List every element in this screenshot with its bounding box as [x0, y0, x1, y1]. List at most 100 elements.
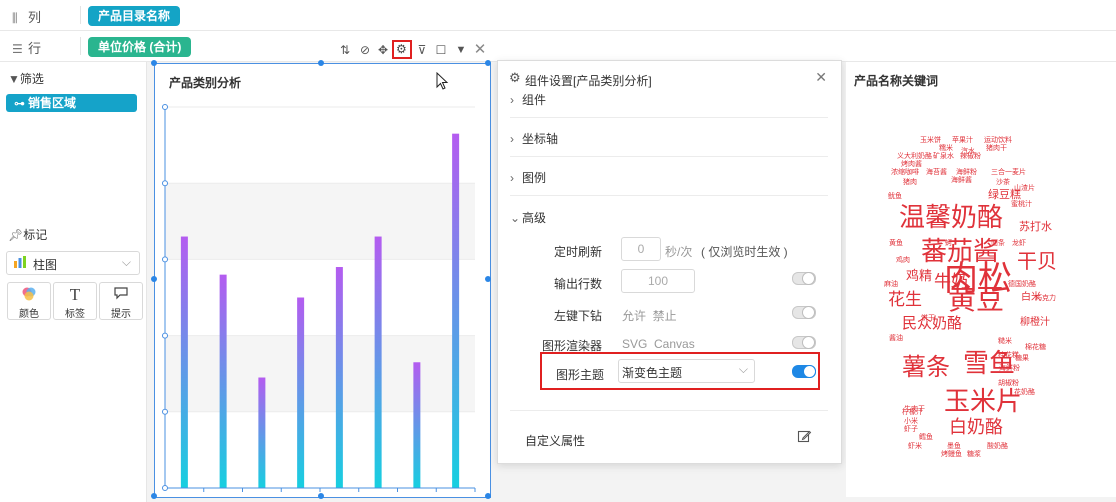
cloud-word[interactable]: 浓缩咖啡 — [891, 169, 919, 176]
cloud-word[interactable]: 温馨奶酪 — [899, 204, 1003, 230]
cloud-word[interactable]: 蜜桃汁 — [1011, 201, 1032, 208]
cloud-word[interactable]: 巧克力 — [1035, 295, 1056, 302]
cloud-word[interactable]: 运动饮料 — [984, 137, 1012, 144]
edit-icon[interactable] — [797, 429, 812, 447]
chart-widget[interactable]: 产品类别分析 — [154, 63, 491, 498]
cloud-word[interactable]: 花奶酪 — [1014, 389, 1035, 396]
cloud-word[interactable]: 玉米饼 — [920, 137, 941, 144]
resize-handle[interactable] — [485, 276, 491, 282]
cloud-word[interactable]: 酸奶酪 — [987, 443, 1008, 450]
cloud-word[interactable]: 沙茶 — [996, 179, 1010, 186]
section-legend[interactable]: › 图例 — [510, 157, 828, 196]
filter-chip-sales-region[interactable]: ⊶ 销售区域 — [6, 94, 137, 112]
cloud-word[interactable]: 花生 — [888, 291, 922, 308]
output-rows-toggle[interactable] — [792, 272, 816, 285]
bar[interactable] — [258, 377, 266, 488]
cloud-word[interactable]: 鸡肉 — [896, 257, 910, 264]
chart-theme-toggle[interactable] — [792, 365, 816, 378]
bar[interactable] — [413, 362, 421, 488]
cloud-word[interactable]: 烤肉酱 — [901, 161, 922, 168]
columns-field-pill[interactable]: 产品目录名称 — [88, 6, 181, 26]
rows-field-pill[interactable]: 单位价格 (合计) — [88, 37, 192, 57]
bar[interactable] — [180, 236, 188, 488]
cloud-word[interactable]: 蚵 — [945, 240, 952, 247]
cloud-word[interactable]: 海鲜粉 — [956, 169, 977, 176]
cloud-word[interactable]: 虾米 — [908, 443, 922, 450]
caret-down-icon[interactable]: ▼ — [453, 42, 469, 58]
link-off-icon[interactable]: ⊘ — [357, 42, 373, 58]
resize-handle[interactable] — [151, 493, 157, 499]
label-button[interactable]: T 标签 — [53, 282, 97, 320]
cloud-word[interactable]: 胡椒粉 — [998, 380, 1019, 387]
filter-icon[interactable]: ⊽ — [414, 42, 430, 58]
cloud-word[interactable]: 三合一麦片 — [991, 169, 1026, 176]
color-button[interactable]: 颜色 — [7, 282, 51, 320]
bar[interactable] — [452, 133, 460, 489]
cloud-word[interactable]: 虾子 — [904, 426, 918, 433]
output-rows-input[interactable]: 100 — [621, 269, 695, 293]
maximize-icon[interactable]: ☐ — [433, 42, 449, 58]
bar[interactable] — [335, 267, 343, 488]
cloud-word[interactable]: 黄鱼 — [889, 240, 903, 247]
cloud-word[interactable]: 辣椒粉 — [960, 153, 981, 160]
cloud-word[interactable]: 烤鳗鱼 — [941, 451, 962, 458]
cloud-word[interactable]: 海苔酱 — [926, 169, 947, 176]
bar[interactable] — [219, 274, 227, 488]
cloud-word[interactable]: 猪肉干 — [986, 145, 1007, 152]
cloud-word[interactable]: 糖果 — [1015, 355, 1029, 362]
cloud-word[interactable]: 山渣片 — [1014, 185, 1035, 192]
close-icon[interactable]: ✕ — [472, 42, 488, 58]
resize-handle[interactable] — [485, 493, 491, 499]
resize-handle[interactable] — [318, 60, 324, 66]
move-icon[interactable]: ✥ — [375, 42, 391, 58]
cloud-word[interactable]: 苹果汁 — [952, 137, 973, 144]
section-advanced[interactable]: ⌄ 高级 — [510, 197, 828, 235]
cloud-word[interactable]: 玉米片 — [944, 388, 1022, 414]
resize-handle[interactable] — [318, 493, 324, 499]
cloud-word[interactable]: 酱油 — [889, 335, 903, 342]
drill-toggle[interactable] — [792, 306, 816, 319]
cloud-word[interactable]: 龙虾 — [1012, 240, 1026, 247]
cloud-word[interactable]: 糖浆 — [967, 451, 981, 458]
bar[interactable] — [297, 297, 305, 489]
cloud-word[interactable]: 墨鱼 — [947, 443, 961, 450]
tooltip-button[interactable]: 提示 — [99, 282, 143, 320]
cloud-word[interactable]: 鱿鱼 — [888, 193, 902, 200]
cloud-word[interactable]: 苏打水 — [1019, 222, 1052, 233]
section-axis[interactable]: › 坐标轴 — [510, 118, 828, 157]
settings-button[interactable]: ⚙ — [392, 40, 412, 59]
cloud-word[interactable]: 海鲜粉 — [999, 365, 1020, 372]
cloud-word[interactable]: 干贝 — [1017, 252, 1057, 272]
cloud-word[interactable]: 海鲜酱 — [951, 177, 972, 184]
cloud-word[interactable]: 面条 — [991, 240, 1005, 247]
wordcloud-widget[interactable]: 产品名称关键词 肉松 温馨奶酪 蕃茄酱 黄豆 雪鱼 薯条 玉米片 白奶酪 牛奶 干贝 花生 民众奶酪鸡… — [846, 62, 1116, 497]
cloud-word[interactable]: 蕃茄酱 — [921, 238, 999, 264]
cloud-word[interactable]: 义大利奶酪 — [897, 153, 932, 160]
cloud-word[interactable]: 鳕鱼 — [919, 434, 933, 441]
cloud-word[interactable]: 牛奶 — [934, 273, 968, 290]
cloud-word[interactable]: 糯米 — [939, 145, 953, 152]
bar[interactable] — [374, 236, 382, 488]
cloud-word[interactable]: 棉花糖 — [1025, 344, 1046, 351]
cloud-word[interactable]: 鸡精 — [906, 269, 932, 282]
cloud-word[interactable]: 白奶酪 — [949, 418, 1003, 436]
cloud-word[interactable]: 薯条 — [902, 356, 950, 380]
cloud-word[interactable]: 德国奶酪 — [1008, 281, 1036, 288]
resize-handle[interactable] — [151, 276, 157, 282]
swap-axes-icon[interactable]: ⇅ — [337, 42, 353, 58]
cloud-word[interactable]: 猪肉 — [903, 179, 917, 186]
resize-handle[interactable] — [151, 60, 157, 66]
resize-handle[interactable] — [485, 60, 491, 66]
cloud-word[interactable]: 矿泉水 — [933, 153, 954, 160]
cloud-word[interactable]: 柳橙汁 — [1020, 318, 1050, 328]
renderer-toggle[interactable] — [792, 336, 816, 349]
section-component[interactable]: › 组件 — [510, 83, 828, 118]
cloud-word[interactable]: 糙米 — [998, 338, 1012, 345]
cloud-word[interactable]: 柠檬汁 — [902, 409, 923, 416]
cloud-word[interactable]: 麻油 — [884, 281, 898, 288]
chart-theme-select[interactable]: 渐变色主题 ⌵ — [618, 359, 755, 383]
chart-type-select[interactable]: 柱图 ⌵ — [6, 251, 140, 275]
refresh-input[interactable]: 0 — [621, 237, 661, 261]
cloud-word[interactable]: 饼干 — [921, 315, 935, 322]
cloud-word[interactable]: 小米 — [904, 418, 918, 425]
